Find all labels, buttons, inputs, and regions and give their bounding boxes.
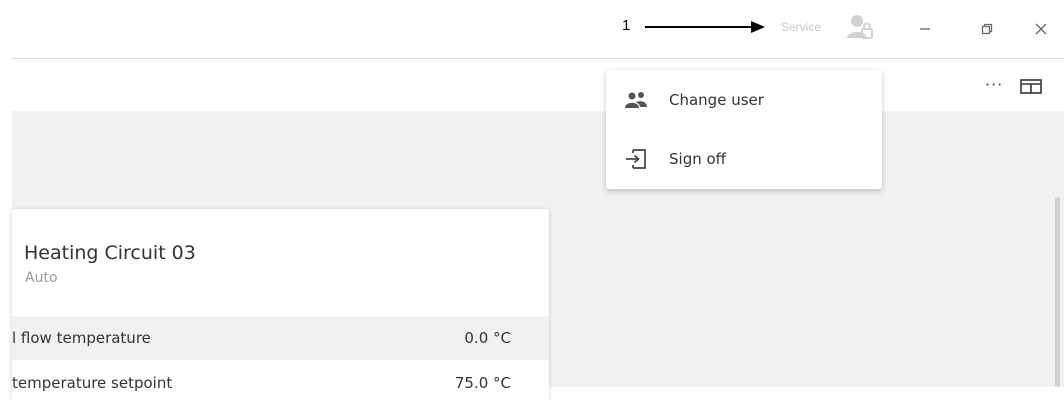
sign-off-menu-item[interactable]: Sign off <box>606 135 882 185</box>
menu-item-label: Sign off <box>669 150 726 168</box>
panel-layout-icon[interactable] <box>1020 79 1042 94</box>
change-user-menu-item[interactable]: Change user <box>606 76 882 126</box>
sign-off-icon <box>624 148 648 170</box>
card-title: Heating Circuit 03 <box>24 242 196 264</box>
menu-item-label: Change user <box>669 91 764 109</box>
minimize-button[interactable] <box>910 14 940 44</box>
row-value: 75.0 °C <box>454 374 511 392</box>
restore-button[interactable] <box>972 14 1002 44</box>
minimize-icon <box>920 28 930 30</box>
temperature-setpoint-row: temperature setpoint 75.0 °C <box>12 360 549 404</box>
close-icon <box>1035 23 1047 35</box>
title-bar <box>0 0 1064 58</box>
close-button[interactable] <box>1026 14 1056 44</box>
user-lock-icon[interactable] <box>845 12 875 42</box>
card-subtitle: Auto <box>25 270 58 286</box>
row-label: temperature setpoint <box>12 374 173 392</box>
service-label: Service <box>781 20 822 34</box>
users-icon <box>624 89 648 111</box>
flow-temperature-row: l flow temperature 0.0 °C <box>12 316 549 360</box>
row-value: 0.0 °C <box>464 329 511 347</box>
row-label: l flow temperature <box>12 329 151 347</box>
restore-icon <box>981 23 993 35</box>
more-options-icon[interactable]: ··· <box>985 75 1003 94</box>
scrollbar[interactable] <box>1055 197 1060 387</box>
callout-1-number: 1 <box>622 17 631 34</box>
toolbar <box>12 58 1064 113</box>
callout-1-arrow <box>645 21 765 33</box>
